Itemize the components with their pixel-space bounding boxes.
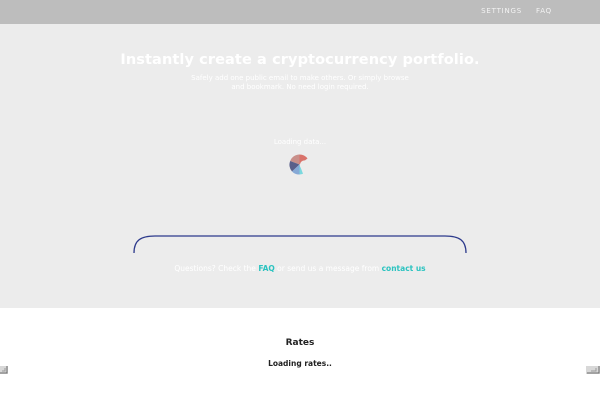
top-nav: SETTINGS FAQ xyxy=(481,7,552,15)
faq-nav-link[interactable]: FAQ xyxy=(536,7,552,15)
loading-spinner-icon xyxy=(289,154,310,175)
faq-link[interactable]: FAQ xyxy=(258,264,274,273)
settings-link[interactable]: SETTINGS xyxy=(481,7,522,15)
resize-corner-icon[interactable] xyxy=(586,366,600,374)
hero-title: Instantly create a cryptocurrency portfo… xyxy=(120,52,480,68)
top-navigation-bar: SETTINGS FAQ xyxy=(0,0,600,24)
rates-title: Rates xyxy=(285,338,315,348)
question-prefix: Questions? Check the xyxy=(174,264,256,273)
decorative-arc xyxy=(133,235,467,254)
hero-section: Instantly create a cryptocurrency portfo… xyxy=(0,24,600,308)
question-middle: or send us a message from xyxy=(277,264,380,273)
resize-corner-icon[interactable] xyxy=(0,366,8,374)
question-line: Questions? Check the FAQ or send us a me… xyxy=(0,264,600,273)
contact-us-link[interactable]: contact us xyxy=(382,264,426,273)
loading-label: Loading data... xyxy=(273,138,327,146)
hero-subtitle: Safely add one public email to make othe… xyxy=(191,74,409,91)
rates-loading-text: Loading rates.. xyxy=(268,359,332,368)
